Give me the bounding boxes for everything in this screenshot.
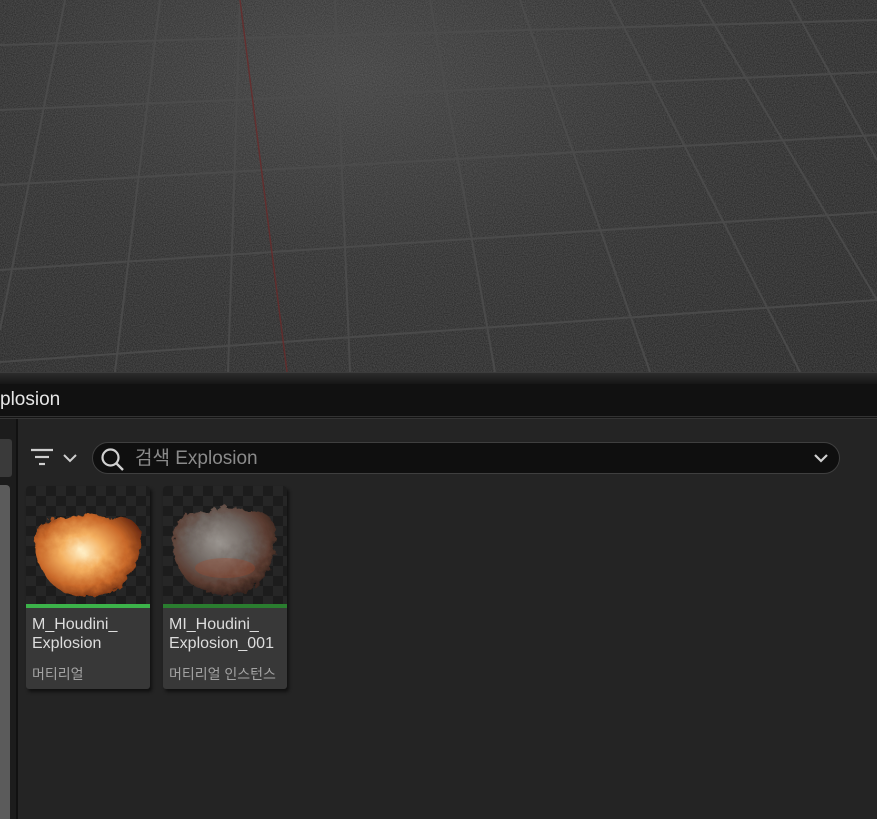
asset-thumbnail bbox=[163, 486, 287, 604]
search-input[interactable] bbox=[133, 446, 797, 472]
filter-button[interactable] bbox=[28, 445, 80, 473]
material-sphere-icon bbox=[172, 507, 276, 595]
sources-panel-collapsed bbox=[0, 419, 18, 819]
chevron-down-icon bbox=[63, 454, 77, 463]
asset-tile[interactable]: M_Houdini_ Explosion 머티리얼 bbox=[26, 486, 150, 689]
asset-name: M_Houdini_ Explosion bbox=[32, 616, 118, 652]
sources-panel-tab[interactable] bbox=[0, 439, 12, 477]
asset-type-color-bar bbox=[163, 604, 287, 608]
folder-path-label[interactable]: plosion bbox=[0, 389, 60, 411]
content-browser-panel: M_Houdini_ Explosion 머티리얼 bbox=[0, 418, 877, 819]
asset-type-label: 머티리얼 bbox=[32, 666, 84, 682]
search-box[interactable] bbox=[92, 442, 840, 474]
asset-thumbnail bbox=[26, 486, 150, 604]
asset-tile[interactable]: MI_Houdini_ Explosion_001 머티리얼 인스턴스 bbox=[163, 486, 287, 689]
asset-type-color-bar bbox=[26, 604, 150, 608]
asset-type-label: 머티리얼 인스턴스 bbox=[169, 666, 276, 682]
asset-name: MI_Houdini_ Explosion_001 bbox=[169, 616, 274, 652]
sources-scrollbar[interactable] bbox=[0, 485, 10, 819]
material-sphere-icon bbox=[34, 514, 141, 597]
level-viewport[interactable] bbox=[0, 0, 877, 372]
search-icon bbox=[101, 448, 124, 471]
content-browser-path-bar: plosion bbox=[0, 384, 877, 417]
search-options-chevron-icon[interactable] bbox=[813, 452, 829, 464]
viewport-floor-grid bbox=[0, 0, 877, 372]
